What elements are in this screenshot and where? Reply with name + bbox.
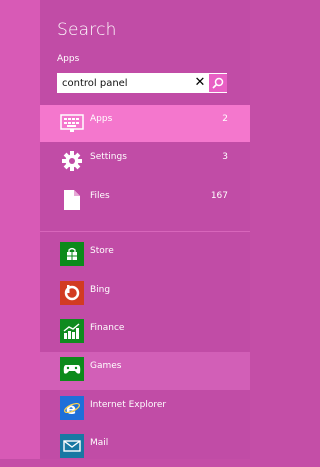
app-label: Internet Explorer [90, 400, 167, 410]
category-label: Files [90, 191, 110, 201]
app-result-mail[interactable]: Mail [40, 429, 250, 467]
section-divider [40, 231, 250, 232]
category-apps[interactable]: Apps 2 [40, 105, 250, 142]
category-files[interactable]: Files 167 [40, 182, 250, 219]
search-icon [212, 77, 224, 89]
finance-icon [60, 319, 84, 343]
search-input[interactable] [58, 74, 190, 92]
internet-explorer-icon: e [60, 396, 84, 420]
category-settings[interactable]: Settings 3 [40, 143, 250, 180]
desktop-edge [0, 0, 40, 459]
category-label: Apps [90, 114, 113, 124]
search-scope-label[interactable]: Apps [57, 54, 79, 64]
store-icon [60, 242, 84, 266]
category-label: Settings [90, 152, 127, 162]
app-result-internet-explorer[interactable]: e Internet Explorer [40, 391, 250, 429]
search-charm-pane: Search Apps ✕ [40, 0, 250, 459]
apps-keyboard-icon [59, 110, 85, 136]
search-button[interactable] [209, 74, 227, 92]
app-label: Store [90, 246, 114, 256]
clear-icon[interactable]: ✕ [192, 75, 208, 91]
app-label: Mail [90, 438, 109, 448]
app-label: Finance [90, 323, 125, 333]
search-box: ✕ [57, 73, 227, 93]
mail-icon [60, 434, 84, 458]
app-result-bing[interactable]: Bing [40, 276, 250, 314]
category-count: 2 [222, 114, 228, 124]
category-count: 3 [222, 152, 228, 162]
bing-icon [60, 281, 84, 305]
app-result-finance[interactable]: Finance [40, 314, 250, 352]
search-title: Search [57, 20, 117, 40]
app-result-games[interactable]: Games [40, 352, 250, 390]
app-label: Bing [90, 285, 111, 295]
games-icon [60, 357, 84, 381]
app-label: Games [90, 361, 122, 371]
settings-gear-icon [59, 148, 85, 174]
app-result-store[interactable]: Store [40, 237, 250, 275]
svg-text:e: e [66, 400, 76, 417]
files-document-icon [59, 187, 85, 213]
category-count: 167 [210, 191, 228, 201]
